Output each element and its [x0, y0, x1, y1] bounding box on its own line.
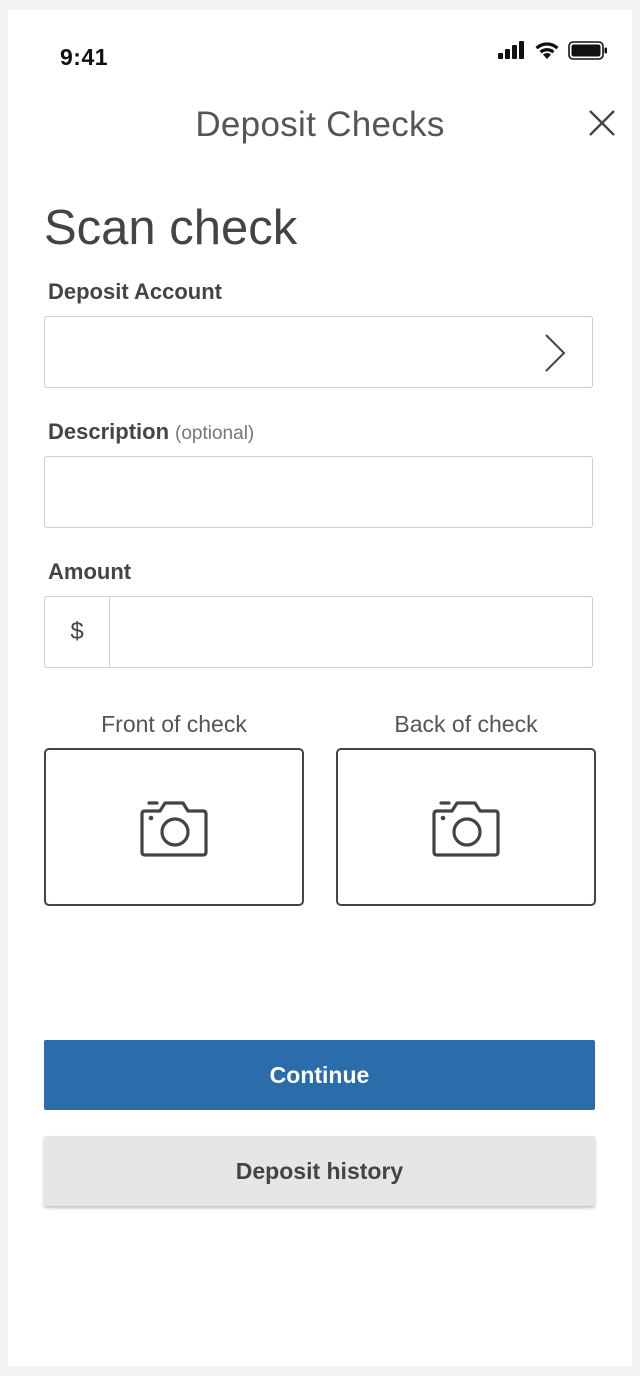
amount-label-text: Amount [48, 559, 132, 584]
continue-button[interactable]: Continue [44, 1040, 595, 1110]
deposit-account-selector[interactable] [44, 316, 593, 388]
wifi-icon [534, 41, 560, 60]
description-field [44, 456, 593, 528]
page-title: Scan check [44, 201, 298, 255]
phone-screen: 9:41 Deposit Checks Scan check Deposit A… [8, 10, 632, 1366]
status-time: 9:41 [60, 44, 109, 70]
description-optional-hint: (optional) [175, 423, 255, 444]
camera-icon [432, 801, 500, 857]
amount-label: Amount [48, 559, 131, 585]
front-of-check-capture-button[interactable] [44, 748, 304, 906]
cellular-signal-icon [498, 41, 526, 59]
battery-icon [568, 40, 608, 60]
currency-symbol: $ [45, 597, 110, 667]
amount-input[interactable] [111, 597, 592, 667]
description-input[interactable] [45, 457, 592, 527]
header-title: Deposit Checks [195, 105, 445, 144]
status-icons [498, 38, 608, 62]
description-label: Description (optional) [48, 419, 254, 445]
chevron-right-icon [542, 333, 568, 378]
camera-icon [140, 801, 208, 857]
back-of-check-label: Back of check [394, 711, 538, 737]
close-icon [589, 110, 615, 136]
description-label-text: Description [48, 419, 170, 444]
amount-field: $ [44, 596, 593, 668]
deposit-history-button[interactable]: Deposit history [44, 1136, 595, 1206]
front-of-check-label: Front of check [101, 711, 247, 737]
deposit-account-label-text: Deposit Account [48, 279, 222, 304]
back-of-check-capture-button[interactable] [336, 748, 596, 906]
close-button[interactable] [582, 103, 622, 143]
deposit-account-label: Deposit Account [48, 279, 222, 305]
